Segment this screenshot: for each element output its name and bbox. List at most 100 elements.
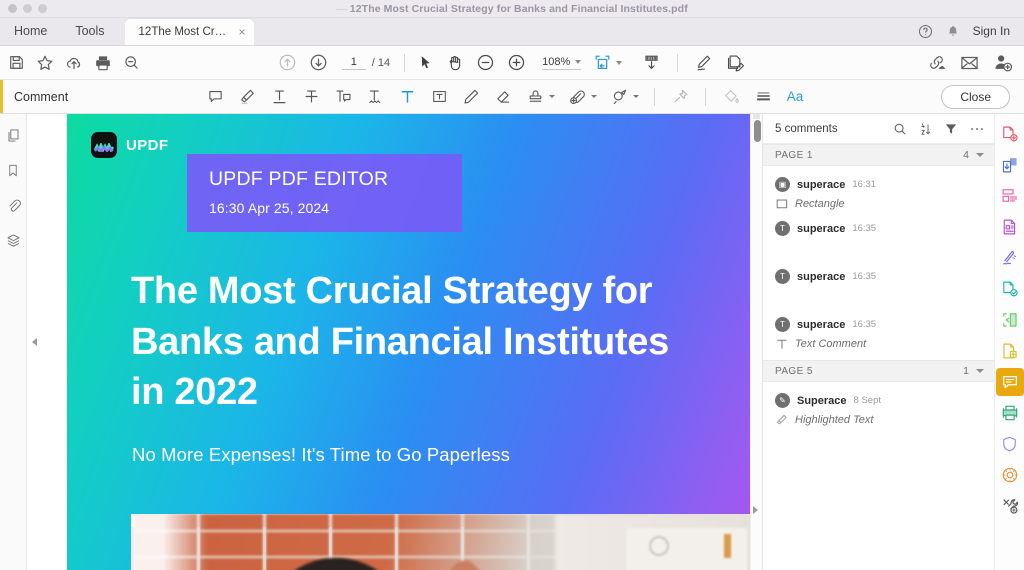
print-pdf-icon[interactable] (996, 399, 1024, 427)
badge-title: UPDF PDF EDITOR (209, 168, 389, 190)
toolbar-divider (404, 53, 406, 72)
sign-document-icon[interactable] (694, 53, 714, 73)
zoom-in-icon[interactable] (507, 53, 526, 72)
underline-tool[interactable] (269, 87, 289, 107)
batch-process-icon[interactable] (996, 337, 1024, 365)
text-tool[interactable] (397, 87, 417, 107)
compress-pdf-icon[interactable] (996, 306, 1024, 334)
arrow-down-circle-icon[interactable] (309, 53, 328, 72)
security-icon[interactable] (996, 430, 1024, 458)
comment-pdf-icon[interactable] (995, 368, 1024, 396)
minimize-button[interactable] (23, 4, 32, 13)
eraser-tool[interactable] (493, 87, 513, 107)
sign-in-button[interactable]: Sign In (973, 24, 1010, 38)
stamp-tool[interactable] (525, 87, 545, 107)
chevron-down-icon[interactable] (976, 369, 984, 373)
comment-group-header[interactable]: PAGE 1 4 (763, 144, 994, 166)
comments-search-icon[interactable] (893, 122, 907, 136)
bell-icon[interactable] (946, 24, 960, 39)
shapes-chevron-icon[interactable] (633, 95, 639, 98)
pdf-page[interactable]: UPDF UPDF PDF EDITOR 16:30 Apr 25, 2024 … (67, 114, 762, 570)
sidebar-bookmarks-icon[interactable] (6, 163, 20, 178)
menu-tools[interactable]: Tools (61, 17, 118, 45)
comments-filter-icon[interactable] (944, 122, 958, 136)
sidebar-thumbnails-icon[interactable] (6, 128, 21, 143)
zoom-level-control[interactable]: 108% (542, 56, 582, 70)
comment-time: 16:35 (852, 319, 877, 330)
zoom-out-icon[interactable] (476, 53, 495, 72)
collapse-left-panel-button[interactable] (27, 114, 41, 570)
highlight-tool[interactable] (237, 87, 257, 107)
expand-right-panel-button[interactable] (748, 450, 762, 570)
traffic-lights[interactable] (8, 4, 47, 13)
close-button[interactable]: Close (941, 84, 1010, 109)
chevron-down-icon[interactable] (575, 59, 582, 64)
arrow-up-circle-icon[interactable] (278, 53, 297, 72)
updf-logo: UPDF (91, 132, 168, 158)
hand-icon[interactable] (446, 54, 464, 72)
text-callout-tool[interactable] (333, 87, 353, 107)
menu-home[interactable]: Home (0, 17, 61, 45)
line-style-tool[interactable] (753, 87, 773, 107)
comment-item[interactable]: T superace 16:35 (763, 210, 994, 258)
close-icon[interactable]: × (239, 26, 246, 38)
save-icon[interactable] (8, 54, 25, 71)
search-icon[interactable] (123, 54, 140, 71)
left-sidebar (0, 114, 27, 570)
ribbon-divider-1 (654, 87, 655, 106)
ocr-icon[interactable] (996, 213, 1024, 241)
cursor-arrow-icon[interactable] (417, 54, 434, 71)
request-signature-icon[interactable] (726, 53, 746, 73)
chevron-left-icon (31, 338, 37, 346)
stamp-chevron-icon[interactable] (549, 95, 555, 98)
sidebar-layers-icon[interactable] (6, 233, 21, 248)
squiggly-tool[interactable] (365, 87, 385, 107)
page-number-input[interactable] (341, 55, 366, 70)
document-viewport[interactable]: UPDF UPDF PDF EDITOR 16:30 Apr 25, 2024 … (27, 114, 762, 570)
attachment-chevron-icon[interactable] (591, 95, 597, 98)
comment-group-header[interactable]: PAGE 5 1 (763, 360, 994, 382)
comments-sort-az-icon[interactable] (919, 122, 932, 136)
email-icon[interactable] (960, 55, 979, 71)
edit-pdf-icon[interactable] (996, 182, 1024, 210)
chevron-down-icon[interactable] (976, 153, 984, 157)
star-icon[interactable] (36, 54, 54, 72)
comment-item[interactable]: T superace 16:35 (763, 258, 994, 306)
pin-tool[interactable] (670, 87, 690, 107)
help-circle-icon[interactable] (918, 24, 933, 39)
attachment-tool[interactable] (567, 87, 587, 107)
shapes-tool[interactable] (609, 87, 629, 107)
fit-page-chevron-icon[interactable] (616, 60, 623, 65)
fit-page-icon[interactable] (593, 53, 612, 72)
settings-gear-icon[interactable] (996, 461, 1024, 489)
organize-pages-icon[interactable] (996, 120, 1024, 148)
strikethrough-tool[interactable] (301, 87, 321, 107)
comments-more-icon[interactable] (970, 126, 984, 132)
document-tab[interactable]: 12The Most Cruci... × (124, 19, 254, 45)
protect-pdf-icon[interactable] (996, 275, 1024, 303)
text-box-tool[interactable] (429, 87, 449, 107)
comment-item[interactable]: ✎ Superace 8 Sept Highlighted Text (763, 382, 994, 426)
tools-icon[interactable] (996, 492, 1024, 520)
rectangle-icon (776, 199, 788, 209)
comment-item[interactable]: T superace 16:35 Text Comment (763, 306, 994, 350)
sidebar-attachments-icon[interactable] (6, 198, 21, 213)
comment-item[interactable]: ▣ superace 16:31 Rectangle (763, 166, 994, 210)
maximize-button[interactable] (38, 4, 47, 13)
add-user-icon[interactable] (993, 53, 1012, 72)
font-format-button[interactable]: Aa (785, 87, 805, 107)
scroll-mode-icon[interactable] (642, 53, 661, 72)
comment-author: superace (797, 178, 846, 191)
convert-pdf-icon[interactable] (996, 151, 1024, 179)
scrollbar-thumb[interactable] (753, 120, 761, 142)
sticky-note-tool[interactable] (205, 87, 225, 107)
fill-color-tool[interactable] (721, 87, 741, 107)
pencil-tool[interactable] (461, 87, 481, 107)
print-icon[interactable] (94, 54, 112, 72)
share-link-icon[interactable] (927, 53, 946, 72)
sign-pdf-icon[interactable] (996, 244, 1024, 272)
close-button[interactable] (8, 4, 17, 13)
updf-window: —12The Most Crucial Strategy for Banks a… (0, 0, 1024, 570)
comment-text: Rectangle (795, 198, 845, 210)
cloud-upload-icon[interactable] (65, 54, 83, 72)
